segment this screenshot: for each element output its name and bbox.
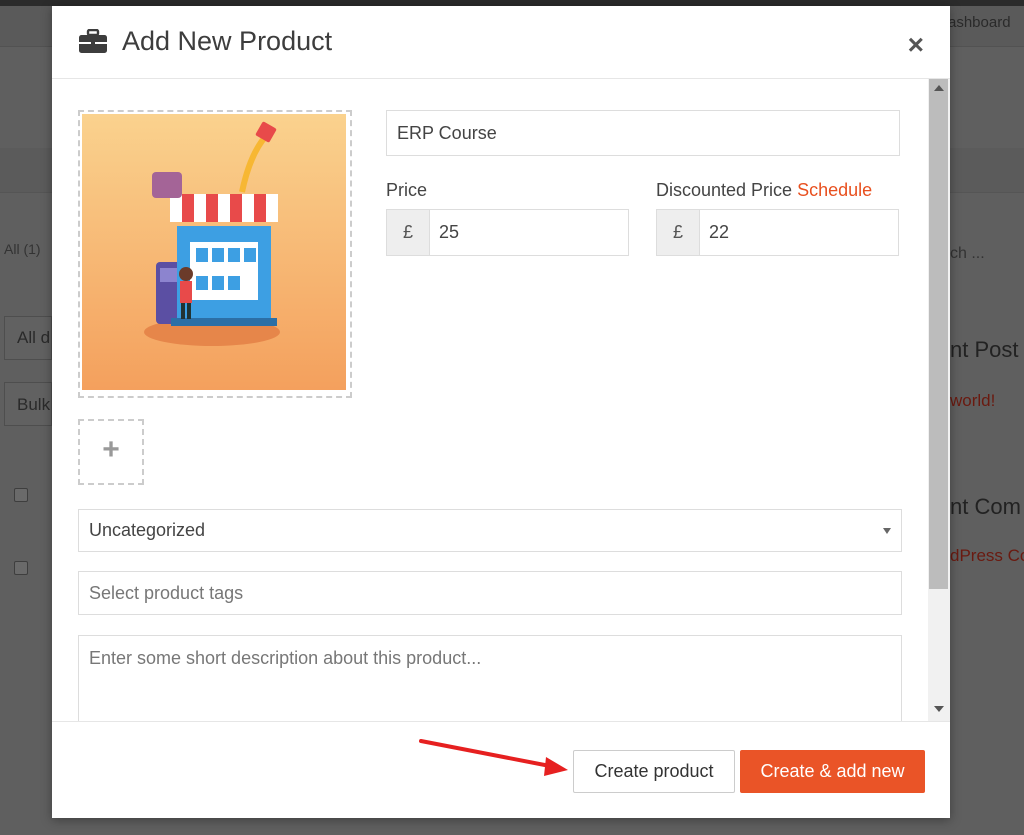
discounted-price-label: Discounted Price Schedule [656,180,872,201]
background-checkbox [14,488,28,502]
background-checkbox [14,561,28,575]
hello-world-link: world! [950,391,996,410]
product-name-value: ERP Course [397,123,497,143]
price-input[interactable]: £ 25 [386,209,629,256]
wordpress-commenter-link: dPress Co [950,546,1024,565]
category-value: Uncategorized [89,520,206,540]
product-tags-input[interactable]: Select product tags [78,571,902,615]
filter-all: All (1) [4,241,41,257]
add-product-modal: Add New Product × + ERP Course Price Dis… [52,6,950,818]
add-image-button[interactable]: + [78,419,144,485]
price-label: Price [386,180,428,200]
product-image[interactable] [82,114,346,390]
discounted-price-value: 22 [709,222,730,242]
bulk-text: Bulk [17,395,51,414]
schedule-link[interactable]: Schedule [797,180,872,200]
create-and-add-new-button[interactable]: Create & add new [740,750,925,793]
recent-comments-heading: nt Com [950,494,1021,519]
dashboard-link: ashboard [948,14,1011,31]
discounted-price-input[interactable]: £ 22 [656,209,899,256]
product-illustration [144,121,280,346]
discounted-price-label-text: Discounted Price [656,180,793,200]
scroll-up-icon[interactable] [934,85,944,91]
modal-body: + ERP Course Price Discounted Price Sche… [52,79,928,721]
category-select[interactable]: Uncategorized [78,509,902,552]
search-hint: ch ... [950,245,985,262]
recent-posts-heading: nt Post [950,337,1019,362]
price-value: 25 [439,222,460,242]
product-image-frame[interactable] [78,110,352,398]
currency-addon: £ [657,210,700,255]
modal-title: Add New Product [122,26,333,56]
scrollbar-thumb[interactable] [929,79,948,589]
dropdown-all-text: All d [17,328,51,347]
description-placeholder: Enter some short description about this … [89,648,482,668]
scroll-down-icon[interactable] [934,706,944,712]
briefcase-icon [79,29,107,53]
create-product-button[interactable]: Create product [573,750,735,793]
currency-addon: £ [387,210,430,255]
plus-icon: + [102,433,120,466]
close-icon[interactable]: × [908,31,924,59]
short-description-textarea[interactable]: Enter some short description about this … [78,635,902,721]
chevron-down-icon [883,528,891,534]
product-name-input[interactable]: ERP Course [386,110,900,156]
modal-scrollbar[interactable] [928,79,950,721]
tags-placeholder: Select product tags [89,583,244,603]
modal-footer: Create product Create & add new [52,721,950,819]
modal-header: Add New Product × [52,6,950,79]
